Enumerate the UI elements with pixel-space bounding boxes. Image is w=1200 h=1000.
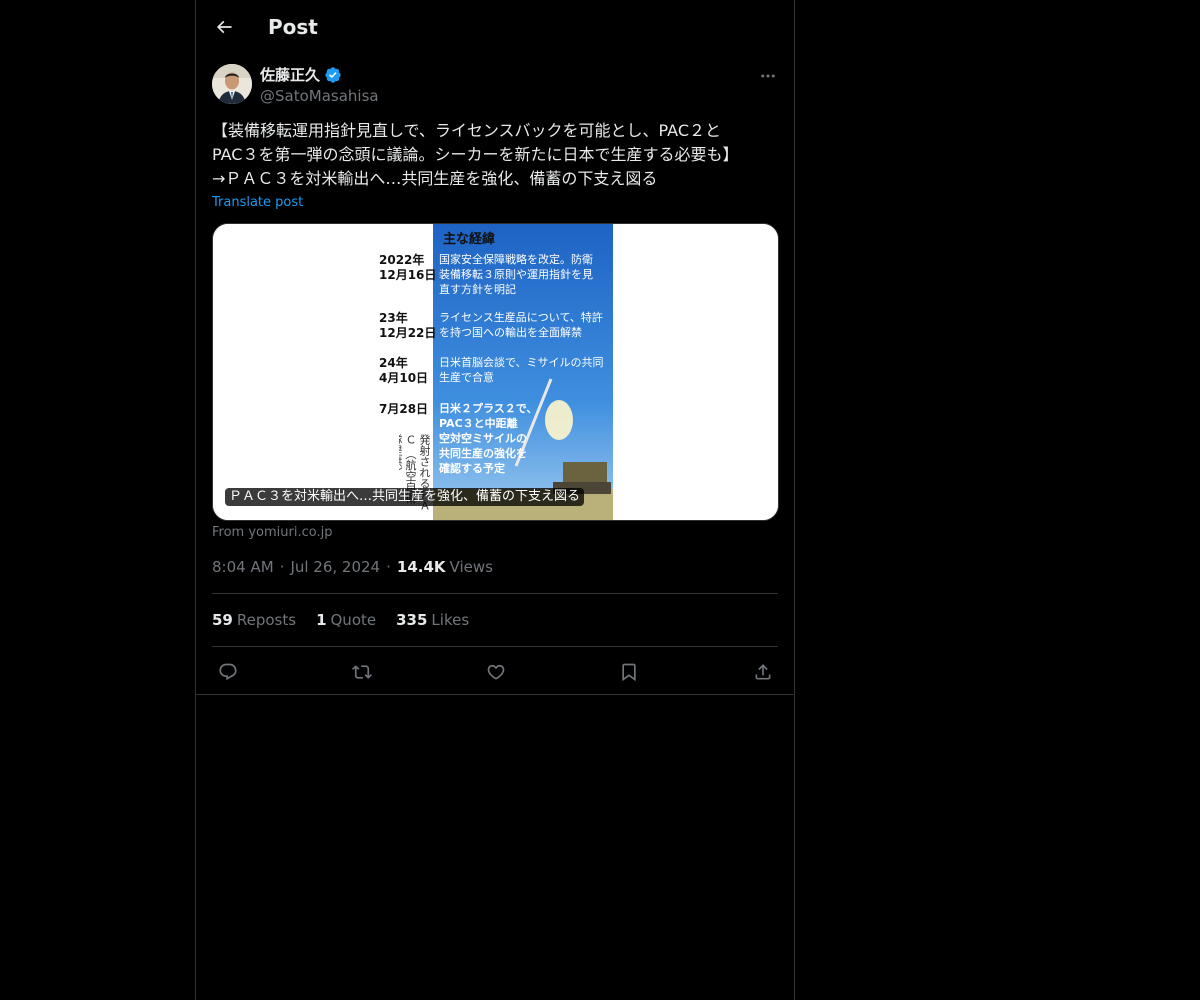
bookmark-button[interactable] bbox=[613, 656, 645, 688]
timeline-text: 空対空ミサイルの bbox=[439, 432, 527, 445]
divider bbox=[212, 646, 778, 647]
post-bottom-border bbox=[196, 694, 794, 695]
timeline-text: 装備移転３原則や運用指針を見 bbox=[439, 268, 593, 281]
top-bar: Post bbox=[196, 0, 794, 54]
reply-button[interactable] bbox=[212, 656, 244, 688]
timeline-date: 12月22日 bbox=[379, 326, 437, 340]
timeline-text: ライセンス生産品について、特許 bbox=[439, 311, 603, 324]
timeline-text: 生産で合意 bbox=[439, 371, 494, 384]
author-handle[interactable]: @SatoMasahisa bbox=[260, 86, 379, 106]
reposts-stat[interactable]: 59 Reposts bbox=[212, 610, 296, 630]
reply-icon bbox=[219, 663, 237, 681]
share-button[interactable] bbox=[747, 656, 779, 688]
more-options-button[interactable] bbox=[756, 64, 780, 88]
timeline-text: 日米首脳会談で、ミサイルの共同 bbox=[439, 356, 604, 369]
repost-icon bbox=[352, 665, 372, 679]
timeline-date: 4月10日 bbox=[379, 371, 429, 385]
card-image-heading: 主な経緯 bbox=[443, 232, 496, 247]
author-name-text: 佐藤正久 bbox=[260, 66, 321, 84]
avatar-image bbox=[212, 64, 252, 104]
action-bar bbox=[212, 656, 778, 688]
timeline-text: PAC３と中距離 bbox=[439, 417, 518, 430]
views-label: Views bbox=[449, 558, 493, 576]
post-meta: 8:04 AM · Jul 26, 2024 · 14.4K Views bbox=[212, 557, 493, 577]
link-card[interactable]: 主な経緯 2022年 12月16日 国家安全保障戦略を改定。防衛 装備移転３原則… bbox=[212, 223, 779, 521]
timeline-date: 7月28日 bbox=[379, 402, 429, 416]
card-caption: ＰＡＣ３を対米輸出へ…共同生産を強化、備蓄の下支え図る bbox=[225, 488, 585, 506]
divider bbox=[212, 593, 778, 594]
likes-label: Likes bbox=[431, 611, 470, 629]
likes-stat[interactable]: 335 Likes bbox=[396, 610, 469, 630]
like-button[interactable] bbox=[480, 656, 512, 688]
arrow-left-icon bbox=[216, 20, 232, 34]
meta-separator: · bbox=[386, 558, 391, 576]
post-stats: 59 Reposts 1 Quote 335 Likes bbox=[212, 610, 489, 630]
quotes-count: 1 bbox=[316, 611, 327, 629]
quotes-label: Quote bbox=[330, 611, 377, 629]
post-date[interactable]: Jul 26, 2024 bbox=[290, 557, 380, 577]
author-name[interactable]: 佐藤正久 bbox=[260, 65, 342, 85]
meta-separator: · bbox=[279, 558, 285, 576]
bookmark-icon bbox=[622, 663, 636, 682]
quotes-stat[interactable]: 1 Quote bbox=[316, 610, 376, 630]
main-column: Post 佐藤正久 @SatoMasahisa 【装備移転運用指針見直しで、ライ… bbox=[195, 0, 795, 1000]
reposts-count: 59 bbox=[212, 611, 233, 629]
reposts-label: Reposts bbox=[236, 611, 297, 629]
verified-badge-icon[interactable] bbox=[324, 66, 342, 84]
post-text: 【装備移転運用指針見直しで、ライセンスバックを可能とし、PAC２と PAC３を第… bbox=[212, 121, 739, 188]
timeline-text: 確認する予定 bbox=[439, 462, 505, 475]
avatar[interactable] bbox=[212, 64, 252, 104]
timeline-text: 共同生産の強化を bbox=[439, 447, 527, 460]
timeline-date: 12月16日 bbox=[379, 268, 437, 282]
more-dots-icon bbox=[761, 74, 775, 78]
back-button[interactable] bbox=[208, 11, 240, 43]
timeline-text: 国家安全保障戦略を改定。防衛 bbox=[439, 253, 593, 266]
timeline-text: 日米２プラス２で、 bbox=[439, 402, 538, 415]
timeline-text: 直す方針を明記 bbox=[439, 283, 516, 296]
share-icon bbox=[755, 664, 771, 680]
translate-post-link[interactable]: Translate post bbox=[212, 194, 303, 212]
repost-button[interactable] bbox=[346, 656, 378, 688]
post-time[interactable]: 8:04 AM bbox=[212, 557, 274, 577]
likes-count: 335 bbox=[396, 611, 428, 629]
like-icon bbox=[487, 664, 505, 680]
card-source[interactable]: From yomiuri.co.jp bbox=[212, 524, 332, 542]
page-title: Post bbox=[268, 15, 318, 39]
views-count: 14.4K bbox=[396, 558, 446, 576]
timeline-text: を持つ国への輸出を全面解禁 bbox=[439, 326, 582, 339]
